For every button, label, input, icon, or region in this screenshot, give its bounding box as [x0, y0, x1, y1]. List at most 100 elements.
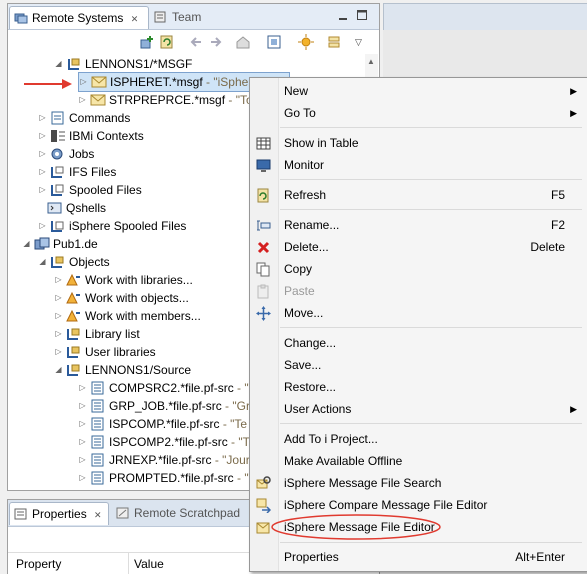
tree-node-library-list[interactable]: ▷ Library list	[54, 325, 140, 343]
link-editor-icon[interactable]	[326, 34, 342, 50]
collapsed-arrow-icon[interactable]: ▷	[78, 379, 87, 397]
collapsed-arrow-icon[interactable]: ▷	[38, 145, 47, 163]
menu-item-copy[interactable]: Copy	[250, 258, 587, 280]
tree-node-work-with-libraries[interactable]: ▷ Work with libraries...	[54, 271, 192, 289]
menu-item-new[interactable]: New ▶	[250, 80, 587, 102]
paste-icon	[256, 284, 271, 299]
new-connection-icon[interactable]	[139, 34, 155, 50]
collapsed-arrow-icon[interactable]: ▷	[54, 325, 63, 343]
tree-node-work-with-objects[interactable]: ▷ Work with objects...	[54, 289, 188, 307]
tree-node-label: ISPHERET.*msgf	[110, 75, 203, 89]
collapsed-arrow-icon[interactable]: ▷	[78, 415, 87, 433]
menu-item-rename[interactable]: Rename... F2	[250, 214, 587, 236]
collapsed-arrow-icon[interactable]: ▷	[54, 343, 63, 361]
tab-remote-systems[interactable]: Remote Systems ✕	[9, 6, 149, 29]
tree-node-label: IBMi Contexts	[69, 129, 144, 143]
move-icon	[256, 306, 271, 321]
tree-node-label: Library list	[85, 327, 140, 341]
tab-close-icon[interactable]: ✕	[94, 510, 102, 520]
collapsed-arrow-icon[interactable]: ▷	[78, 397, 87, 415]
tree-node-label: Qshells	[66, 201, 107, 215]
collapse-all-icon[interactable]	[266, 34, 282, 50]
home-icon[interactable]	[235, 34, 251, 50]
tree-node-label: GRP_JOB.*file.pf-src	[109, 399, 222, 413]
tree-node-source-file[interactable]: ▷ COMPSRC2.*file.pf-src - "P	[78, 379, 256, 397]
collapsed-arrow-icon[interactable]: ▷	[79, 73, 88, 91]
submenu-arrow-icon: ▶	[570, 86, 577, 96]
menu-separator	[280, 327, 582, 328]
menu-item-change[interactable]: Change...	[250, 332, 587, 354]
tree-node-pub1[interactable]: ◢ Pub1.de	[22, 235, 97, 253]
menu-item-isphere-message-file-search[interactable]: iSphere Message File Search	[250, 472, 587, 494]
collapsed-arrow-icon[interactable]: ▷	[78, 469, 87, 487]
menu-separator	[280, 423, 582, 424]
expanded-arrow-icon[interactable]: ◢	[22, 235, 31, 253]
menu-item-save[interactable]: Save...	[250, 354, 587, 376]
menu-item-properties[interactable]: Properties Alt+Enter	[250, 546, 587, 568]
maximize-icon[interactable]	[356, 9, 368, 21]
view-menu-icon[interactable]: ▽	[355, 34, 371, 50]
minimize-icon[interactable]	[337, 9, 349, 21]
tab-team[interactable]: Team	[150, 6, 230, 28]
menu-item-move[interactable]: Move...	[250, 302, 587, 324]
collapsed-arrow-icon[interactable]: ▷	[54, 307, 63, 325]
tab-properties[interactable]: Properties ✕	[9, 502, 109, 525]
tree-node-user-libraries[interactable]: ▷ User libraries	[54, 343, 155, 361]
tree-node-source-file[interactable]: ▷ PROMPTED.*file.pf-src - "P	[78, 469, 256, 487]
back-icon[interactable]	[189, 34, 205, 50]
tree-node-source-file[interactable]: ▷ ISPCOMP2.*file.pf-src - "T	[78, 433, 250, 451]
collapsed-arrow-icon[interactable]: ▷	[78, 451, 87, 469]
tree-node-qshells[interactable]: Qshells	[47, 199, 106, 217]
collapsed-arrow-icon[interactable]: ▷	[38, 163, 47, 181]
menu-item-add-to-i-project[interactable]: Add To i Project...	[250, 428, 587, 450]
tree-node-source-file[interactable]: ▷ JRNEXP.*file.pf-src - "Journ	[78, 451, 256, 469]
menu-item-user-actions[interactable]: User Actions ▶	[250, 398, 587, 420]
tree-node-strpreprce-msgf[interactable]: ▷STRPREPRCE.*msgf - "Tools"	[78, 91, 272, 109]
menu-item-show-in-table[interactable]: Show in Table	[250, 132, 587, 154]
collapsed-arrow-icon[interactable]: ▷	[38, 181, 47, 199]
menu-item-make-available-offline[interactable]: Make Available Offline	[250, 450, 587, 472]
collapsed-arrow-icon[interactable]: ▷	[78, 433, 87, 451]
forward-icon[interactable]	[207, 34, 223, 50]
tree-node-work-with-members[interactable]: ▷ Work with members...	[54, 307, 200, 325]
expanded-arrow-icon[interactable]: ◢	[54, 361, 63, 379]
tree-node-source-file[interactable]: ▷ ISPCOMP.*file.pf-src - "Te	[78, 415, 247, 433]
tree-node-isphere-spooled-files[interactable]: ▷ iSphere Spooled Files	[38, 217, 186, 235]
refresh-toolbar-icon[interactable]	[159, 34, 175, 50]
contexts-icon	[50, 129, 66, 143]
tree-node-jobs[interactable]: ▷ Jobs	[38, 145, 94, 163]
tree-node-commands[interactable]: ▷ Commands	[38, 109, 130, 127]
tree-node-label: STRPREPRCE.*msgf	[109, 93, 226, 107]
tree-node-source-file[interactable]: ▷ GRP_JOB.*file.pf-src - "Gro	[78, 397, 256, 415]
collapsed-arrow-icon[interactable]: ▷	[38, 127, 47, 145]
tree-node-spooled-files[interactable]: ▷ Spooled Files	[38, 181, 141, 199]
collapsed-arrow-icon[interactable]: ▷	[54, 289, 63, 307]
column-header-property[interactable]: Property	[16, 557, 61, 571]
tree-node-ifs-files[interactable]: ▷ IFS Files	[38, 163, 116, 181]
tree-node-objects[interactable]: ◢ Objects	[38, 253, 109, 271]
sun-filter-icon[interactable]	[298, 34, 314, 50]
source-file-icon	[90, 381, 106, 395]
column-header-value[interactable]: Value	[134, 557, 164, 571]
menu-item-restore[interactable]: Restore...	[250, 376, 587, 398]
tree-node-lennons1-msgf[interactable]: ◢ LENNONS1/*MSGF	[54, 55, 192, 73]
menu-item-monitor[interactable]: Monitor	[250, 154, 587, 176]
menu-item-refresh[interactable]: Refresh F5	[250, 184, 587, 206]
collapsed-arrow-icon[interactable]: ▷	[78, 91, 87, 109]
menu-separator	[280, 127, 582, 128]
tree-node-lennons1-source[interactable]: ◢ LENNONS1/Source	[54, 361, 191, 379]
menu-item-paste[interactable]: Paste	[250, 280, 587, 302]
menu-item-go-to[interactable]: Go To ▶	[250, 102, 587, 124]
collapsed-arrow-icon[interactable]: ▷	[38, 217, 47, 235]
collapsed-arrow-icon[interactable]: ▷	[54, 271, 63, 289]
tab-close-icon[interactable]: ✕	[131, 14, 139, 24]
tree-node-ibmi-contexts[interactable]: ▷ IBMi Contexts	[38, 127, 144, 145]
scroll-up-icon[interactable]: ▲	[367, 57, 375, 66]
menu-item-delete[interactable]: Delete... Delete	[250, 236, 587, 258]
expanded-arrow-icon[interactable]: ◢	[38, 253, 47, 271]
collapsed-arrow-icon[interactable]: ▷	[38, 109, 47, 127]
filter-icon	[66, 309, 82, 323]
expanded-arrow-icon[interactable]: ◢	[54, 55, 63, 73]
tree-node-label: PROMPTED.*file.pf-src	[109, 471, 234, 485]
tab-remote-scratchpad[interactable]: Remote Scratchpad	[112, 502, 240, 524]
